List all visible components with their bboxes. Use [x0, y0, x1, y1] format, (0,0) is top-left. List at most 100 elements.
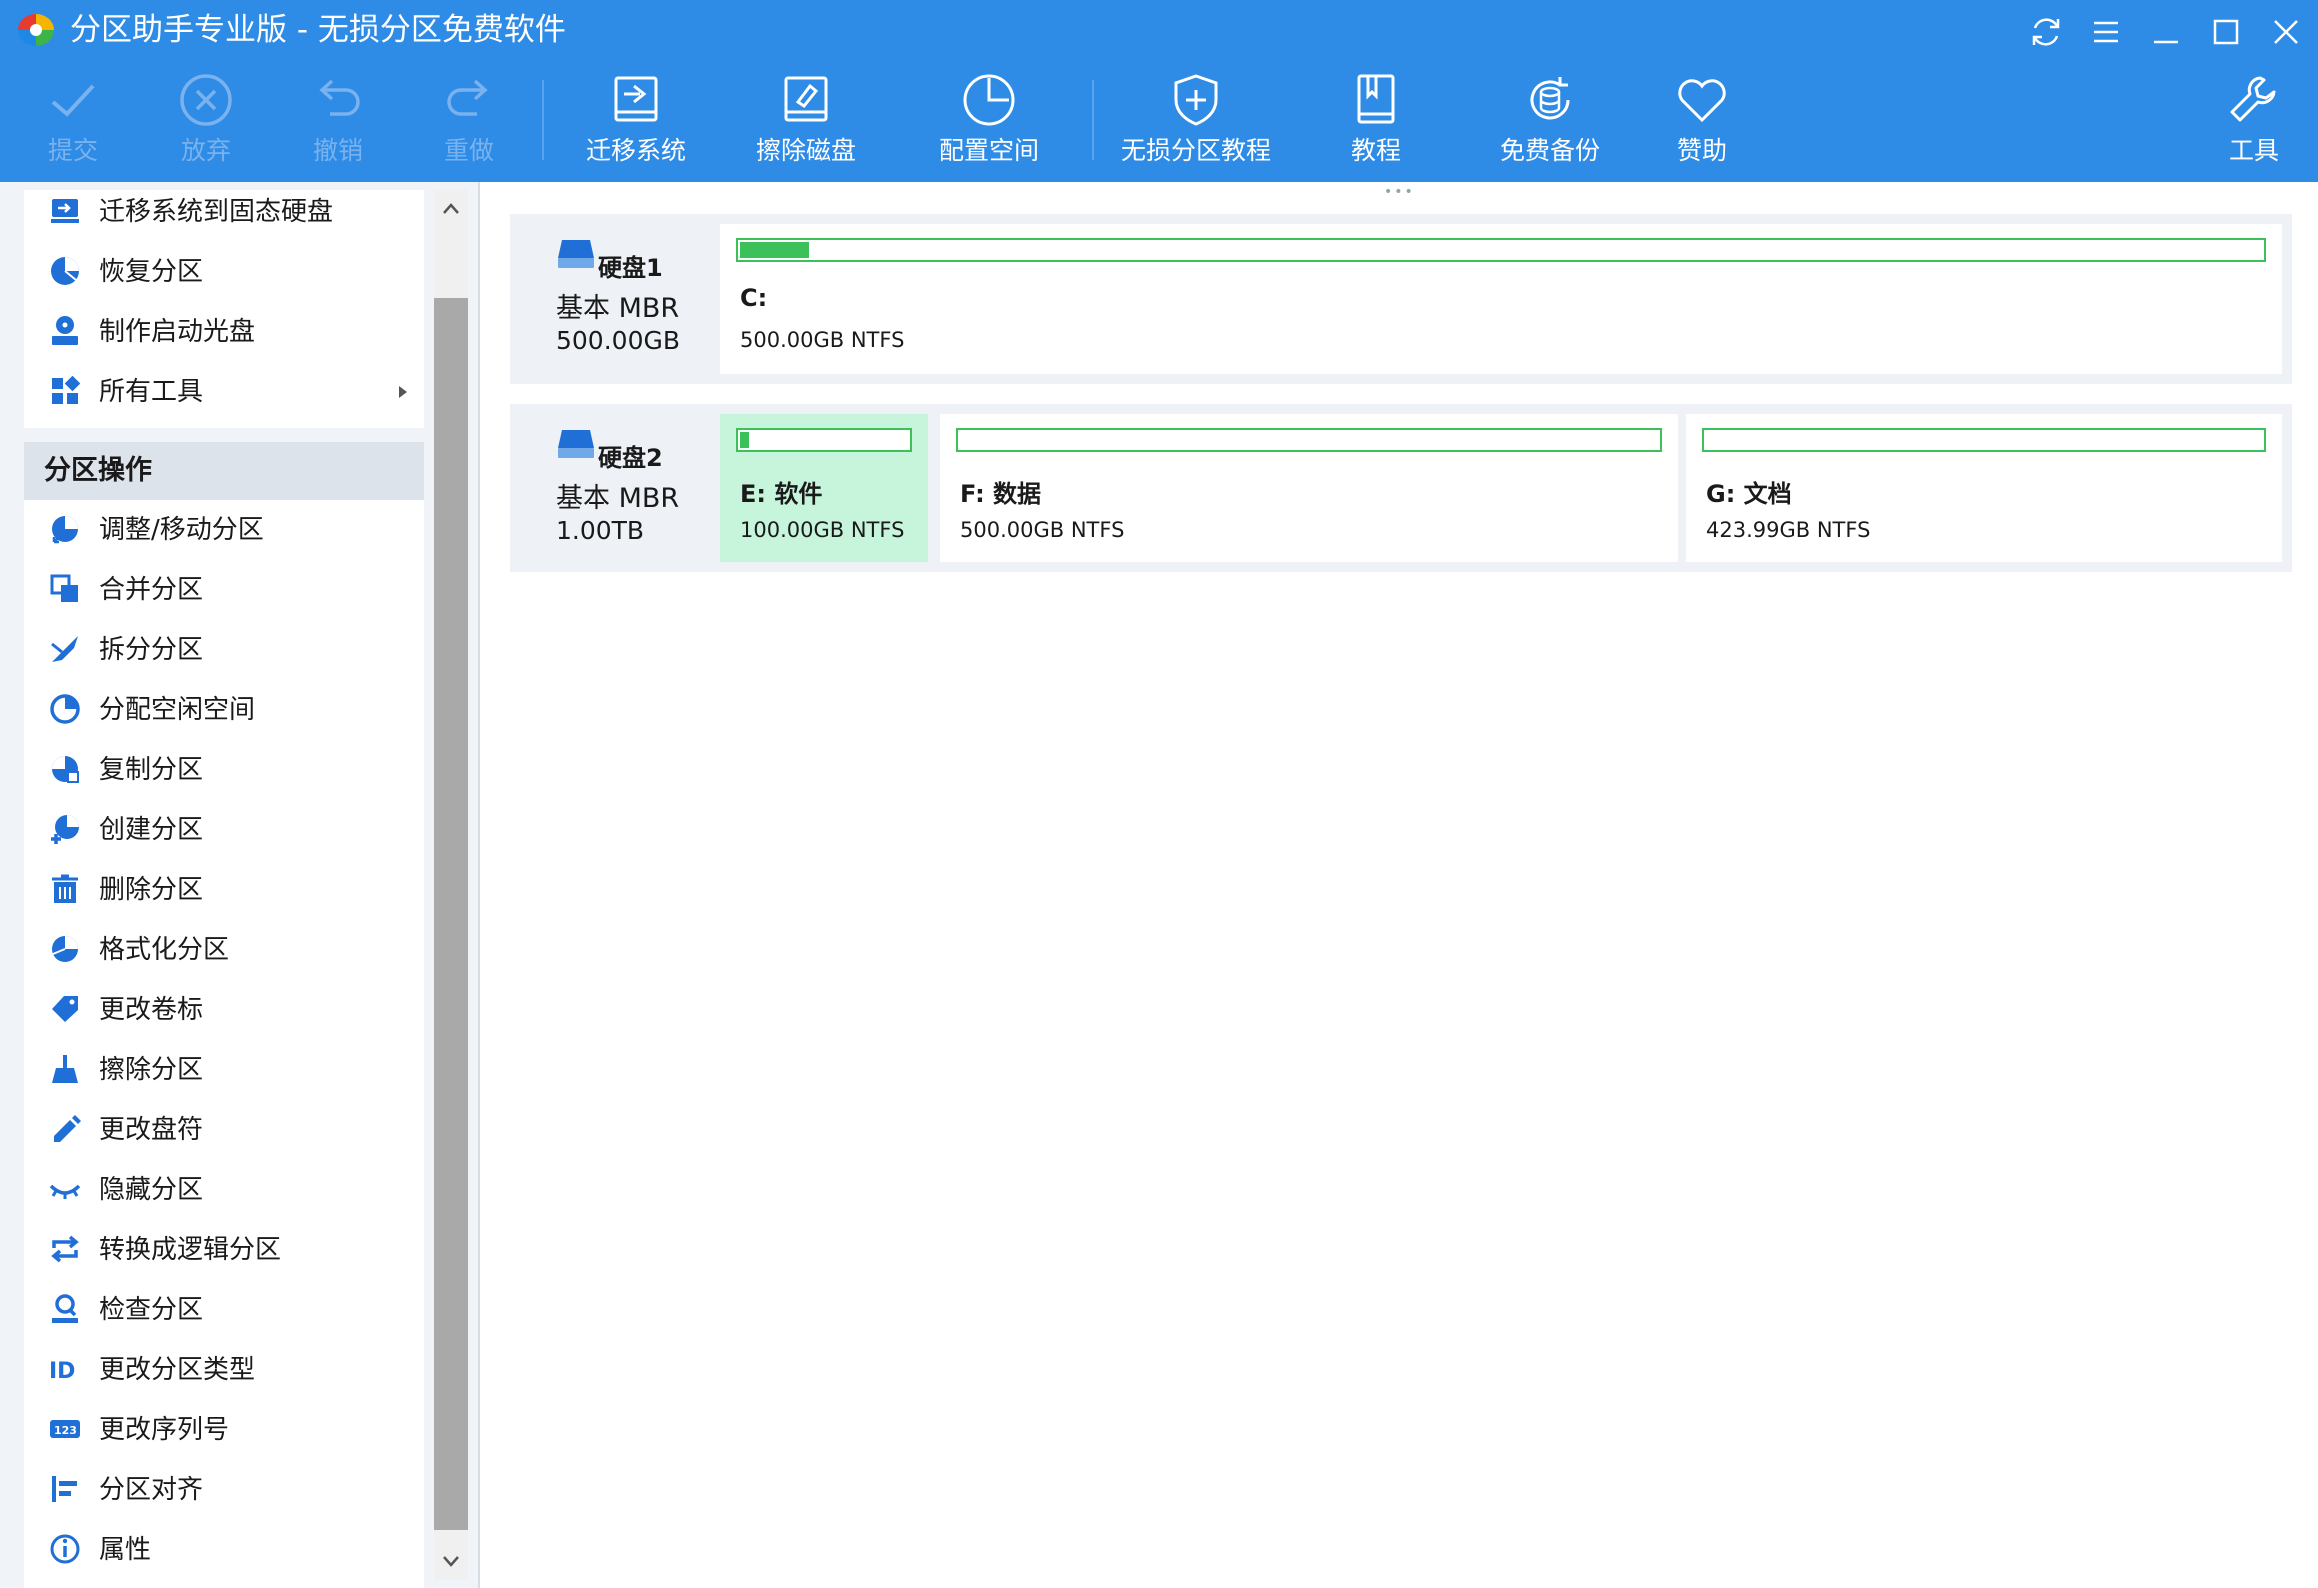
sidebar-item-all-tools[interactable]: 所有工具 — [24, 362, 424, 422]
wipe-disk-label: 擦除磁盘 — [755, 136, 856, 165]
tutorial-button[interactable]: 教程 — [1336, 70, 1416, 170]
discard-button[interactable]: 放弃 — [161, 70, 251, 170]
undo-icon — [319, 79, 360, 116]
sidebar-item-label: 恢复分区 — [99, 257, 204, 287]
sidebar-item-label: 更改卷标 — [99, 995, 204, 1025]
format-icon — [52, 936, 78, 962]
submit-button[interactable]: 提交 — [28, 70, 118, 170]
migrate-system-button[interactable]: 迁移系统 — [576, 70, 696, 170]
create-partition-icon — [51, 815, 79, 844]
migrate-ssd-icon — [51, 199, 79, 223]
sidebar-item-split[interactable]: 拆分分区 — [24, 620, 424, 680]
tools-button[interactable]: 工具 — [2214, 70, 2294, 170]
sidebar-item-copy-partition[interactable]: 复制分区 — [24, 740, 424, 800]
sidebar-item-label: 拆分分区 — [99, 635, 204, 665]
serial-number-icon: 123 — [50, 1420, 80, 1438]
allocate-space-icon — [50, 694, 80, 724]
sidebar-item-bootable-media[interactable]: 制作启动光盘 — [24, 302, 424, 362]
toolbar-separator — [542, 80, 544, 160]
sidebar-item-label: 调整/移动分区 — [99, 515, 264, 545]
sidebar-item-label: 擦除分区 — [99, 1055, 204, 1085]
partition-f[interactable]: F: 数据 500.00GB NTFS — [940, 414, 1678, 562]
cancel-circle-icon — [180, 74, 232, 126]
sidebar-item-merge[interactable]: 合并分区 — [24, 560, 424, 620]
sidebar-item-migrate-ssd[interactable]: 迁移系统到固态硬盘 — [24, 182, 424, 242]
submenu-arrow-icon — [399, 386, 407, 398]
sponsor-label: 赞助 — [1676, 136, 1727, 165]
scroll-up-icon[interactable] — [442, 202, 460, 216]
sidebar-item-convert-logical[interactable]: 转换成逻辑分区 — [24, 1220, 424, 1280]
usage-fill — [740, 432, 749, 448]
toolbar-separator-2 — [1092, 80, 1094, 160]
section-title: 分区操作 — [44, 455, 152, 486]
sidebar-item-change-label[interactable]: 更改卷标 — [24, 980, 424, 1040]
splitter-grip[interactable]: ••• — [1384, 184, 1415, 200]
svg-text:123: 123 — [54, 1424, 77, 1437]
sidebar-item-label: 复制分区 — [99, 755, 204, 785]
tutorial-lossless-button[interactable]: 无损分区教程 — [1116, 70, 1276, 170]
sidebar-item-format[interactable]: 格式化分区 — [24, 920, 424, 980]
sidebar-item-change-type[interactable]: ID 更改分区类型 — [24, 1340, 424, 1400]
partition-name: C: — [740, 284, 768, 312]
hard-disk-icon — [558, 430, 594, 458]
sidebar-item-label: 分配空闲空间 — [99, 695, 256, 725]
sponsor-button[interactable]: 赞助 — [1662, 70, 1742, 170]
sidebar-item-create-partition[interactable]: 创建分区 — [24, 800, 424, 860]
partition-name: F: 数据 — [960, 480, 1042, 508]
sidebar-item-label: 格式化分区 — [99, 935, 230, 965]
info-icon — [50, 1534, 80, 1564]
sidebar-item-change-letter[interactable]: 更改盘符 — [24, 1100, 424, 1160]
sidebar-item-change-serial[interactable]: 123 更改序列号 — [24, 1400, 424, 1460]
sidebar-item-label: 所有工具 — [99, 377, 204, 407]
free-backup-button[interactable]: 免费备份 — [1492, 70, 1608, 170]
close-icon[interactable] — [2264, 10, 2308, 54]
app-logo-icon — [18, 14, 54, 46]
partition-c[interactable]: C: 500.00GB NTFS — [720, 224, 2282, 374]
delete-icon — [52, 874, 78, 903]
partition-g[interactable]: G: 文档 423.99GB NTFS — [1686, 414, 2282, 562]
sidebar-item-check-partition[interactable]: 检查分区 — [24, 1280, 424, 1340]
sidebar-item-align[interactable]: 分区对齐 — [24, 1460, 424, 1520]
partition-info: 500.00GB NTFS — [740, 328, 905, 352]
redo-label: 重做 — [443, 136, 494, 165]
tutorial-lossless-label: 无损分区教程 — [1120, 136, 1271, 165]
pencil-icon — [54, 1115, 81, 1142]
maximize-icon[interactable] — [2204, 10, 2248, 54]
sidebar-scrollbar[interactable] — [434, 190, 468, 1580]
refresh-icon[interactable] — [2024, 10, 2068, 54]
scrollbar-thumb[interactable] — [434, 298, 468, 1530]
sidebar-item-allocate-space[interactable]: 分配空闲空间 — [24, 680, 424, 740]
sidebar-item-label: 创建分区 — [99, 815, 204, 845]
sidebar-item-label: 更改盘符 — [99, 1115, 204, 1145]
partition-e[interactable]: E: 软件 100.00GB NTFS — [720, 414, 928, 562]
free-backup-label: 免费备份 — [1499, 136, 1600, 165]
sidebar-item-delete-partition[interactable]: 删除分区 — [24, 860, 424, 920]
migrate-system-label: 迁移系统 — [585, 136, 686, 165]
sidebar-item-label: 制作启动光盘 — [99, 317, 256, 347]
redo-button[interactable]: 重做 — [424, 70, 514, 170]
all-tools-icon — [52, 375, 81, 404]
split-icon — [51, 636, 78, 662]
partition-usage-bar — [1702, 428, 2266, 452]
resize-move-icon — [52, 516, 78, 544]
disk-row-1[interactable]: 硬盘1 基本 MBR 500.00GB C: 500.00GB NTFS — [510, 214, 2292, 384]
menu-icon[interactable] — [2084, 10, 2128, 54]
sidebar-item-wipe-partition[interactable]: 擦除分区 — [24, 1040, 424, 1100]
convert-icon — [51, 1235, 79, 1263]
wipe-disk-button[interactable]: 擦除磁盘 — [746, 70, 866, 170]
sidebar-item-resize-move[interactable]: 调整/移动分区 — [24, 500, 424, 560]
svg-text:ID: ID — [49, 1359, 75, 1384]
disk-row-2[interactable]: 硬盘2 基本 MBR 1.00TB E: 软件 100.00GB NTFS F:… — [510, 404, 2292, 572]
sidebar-item-label: 迁移系统到固态硬盘 — [99, 197, 334, 227]
sidebar-item-hide-partition[interactable]: 隐藏分区 — [24, 1160, 424, 1220]
discard-label: 放弃 — [180, 136, 231, 165]
sidebar-item-properties[interactable]: 属性 — [24, 1520, 424, 1580]
sidebar-item-recover-partition[interactable]: 恢复分区 — [24, 242, 424, 302]
undo-button[interactable]: 撤销 — [293, 70, 383, 170]
scroll-down-icon[interactable] — [442, 1554, 460, 1568]
allocate-space-button[interactable]: 配置空间 — [928, 70, 1050, 170]
usage-fill — [740, 242, 809, 258]
minimize-icon[interactable] — [2144, 10, 2188, 54]
disk-map-area — [478, 182, 2318, 1588]
check-partition-icon — [52, 1294, 78, 1323]
